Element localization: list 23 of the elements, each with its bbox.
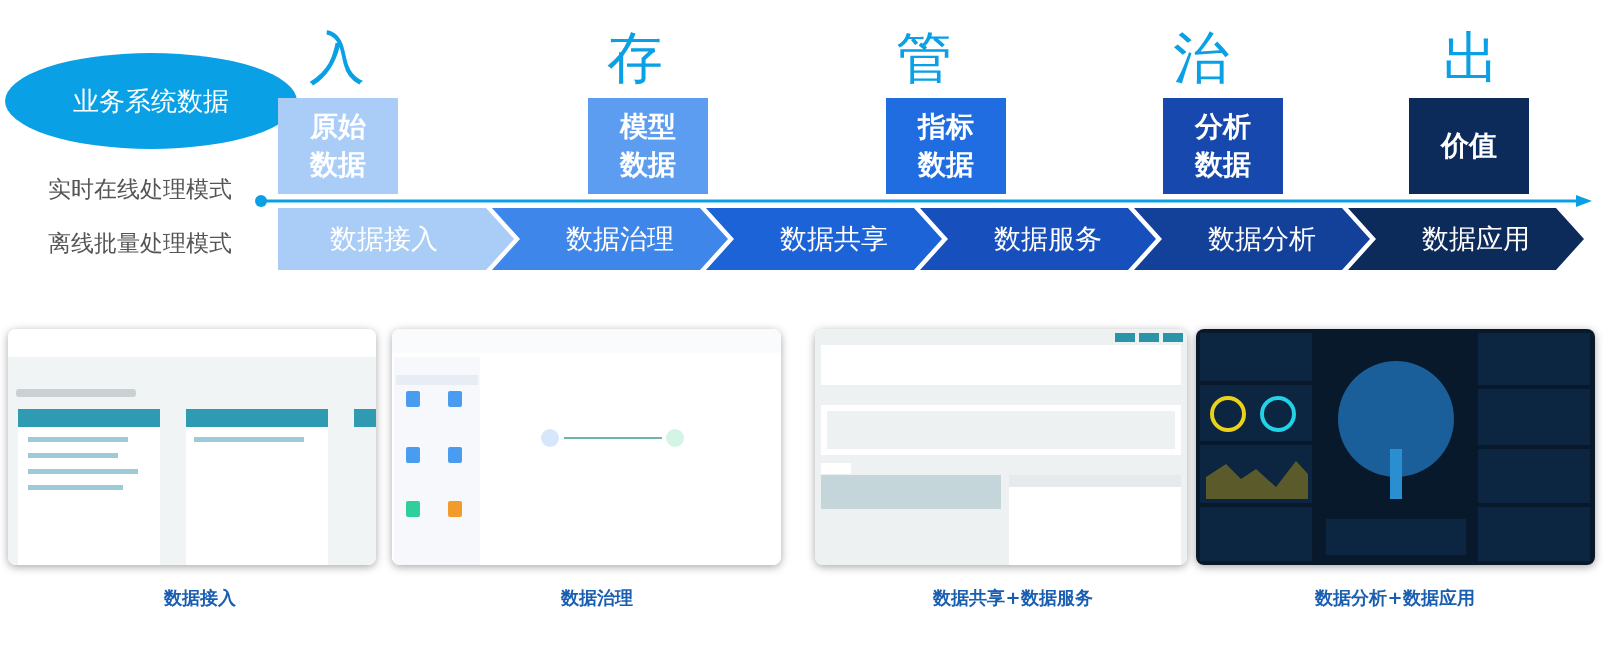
- stage-character: 治: [1172, 30, 1230, 86]
- screenshot-caption: 数据共享+数据服务: [932, 586, 1094, 610]
- process-step: 数据接入: [278, 208, 514, 270]
- stage-box: 价值: [1409, 98, 1529, 194]
- screenshot-caption: 数据治理: [560, 586, 634, 610]
- source-ellipse: 业务系统数据: [5, 53, 297, 149]
- process-step: 数据治理: [492, 208, 728, 270]
- stage-character: 存: [606, 30, 664, 86]
- screenshot-caption: 数据分析+数据应用: [1314, 586, 1476, 610]
- mode-label: 实时在线处理模式: [48, 175, 232, 204]
- process-step: 数据分析: [1134, 208, 1370, 270]
- screenshot-caption: 数据接入: [163, 586, 237, 610]
- process-step: 数据服务: [920, 208, 1156, 270]
- process-step: 数据应用: [1348, 208, 1584, 270]
- process-step: 数据共享: [706, 208, 942, 270]
- stage-box: 分析 数据: [1163, 98, 1283, 194]
- stage-box: 模型 数据: [588, 98, 708, 194]
- stage-box: 指标 数据: [886, 98, 1006, 194]
- stage-character: 出: [1442, 30, 1500, 86]
- stage-character: 管: [895, 30, 953, 86]
- stage-character: 入: [308, 30, 366, 86]
- stage-box: 原始 数据: [278, 98, 398, 194]
- mode-label: 离线批量处理模式: [48, 229, 232, 258]
